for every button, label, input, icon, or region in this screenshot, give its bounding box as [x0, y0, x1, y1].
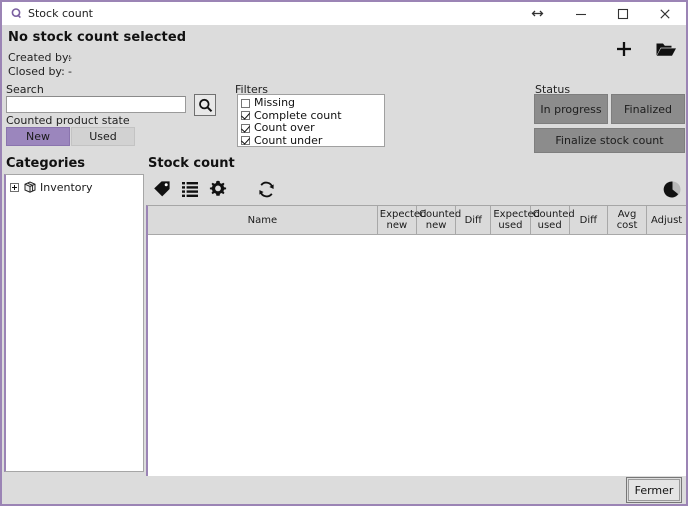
filter-count-under[interactable]: Count under [241, 135, 384, 148]
column-header-counted-new[interactable]: Counted new [416, 206, 455, 235]
body-area: Search Counted product state New Used Fi… [2, 80, 686, 504]
filters-list: Missing Complete count Count over Count … [237, 94, 385, 147]
gear-icon [209, 180, 227, 198]
refresh-icon [257, 180, 276, 199]
created-by-value: - [68, 51, 72, 64]
list-button[interactable] [176, 175, 204, 203]
column-header-name[interactable]: Name [148, 206, 377, 235]
finalize-stock-count-button[interactable]: Finalize stock count [534, 128, 685, 153]
tree-item-inventory[interactable]: Inventory [8, 179, 141, 195]
refresh-button[interactable] [252, 175, 280, 203]
filter-complete-count-label: Complete count [254, 110, 342, 122]
filter-complete-count[interactable]: Complete count [241, 110, 384, 123]
closed-by-row: Closed by: - [2, 65, 202, 79]
page-title: No stock count selected [8, 30, 186, 45]
window-title: Stock count [28, 7, 93, 20]
tag-button[interactable] [148, 175, 176, 203]
search-input[interactable] [6, 96, 186, 113]
state-toggle-used[interactable]: Used [71, 127, 135, 146]
stock-count-table: Name Expected new Counted new Diff Expec… [146, 205, 687, 506]
closed-by-value: - [68, 65, 72, 78]
header-area: No stock count selected Created by: - Cl… [2, 25, 686, 80]
maximize-button[interactable] [602, 2, 644, 25]
footer-bar: Fermer [2, 476, 686, 504]
filter-count-over[interactable]: Count over [241, 122, 384, 135]
search-label: Search [6, 83, 44, 96]
close-dialog-button[interactable]: Fermer [628, 479, 680, 501]
column-header-adjust[interactable]: Adjust [647, 206, 686, 235]
column-header-expected-used[interactable]: Expected used [491, 206, 530, 235]
table-header-row: Name Expected new Counted new Diff Expec… [148, 206, 686, 235]
search-icon [198, 98, 213, 113]
filter-missing-label: Missing [254, 97, 295, 109]
tree-item-label: Inventory [40, 181, 93, 194]
column-header-counted-used[interactable]: Counted used [530, 206, 569, 235]
add-stock-count-button[interactable] [610, 35, 638, 63]
stock-count-grid: Name Expected new Counted new Diff Expec… [148, 206, 686, 235]
header-actions [610, 35, 680, 63]
column-header-expected-new[interactable]: Expected new [377, 206, 416, 235]
stock-count-title: Stock count [148, 156, 235, 171]
checkbox-missing[interactable] [241, 99, 250, 108]
created-by-row: Created by: - [2, 51, 202, 65]
categories-tree[interactable]: Inventory [4, 174, 144, 472]
column-header-diff-used[interactable]: Diff [569, 206, 607, 235]
filter-count-under-label: Count under [254, 135, 322, 147]
open-stock-count-button[interactable] [652, 35, 680, 63]
pie-chart-icon [663, 180, 682, 199]
table-body-empty[interactable] [148, 235, 686, 506]
app-icon [6, 2, 26, 25]
filter-count-over-label: Count over [254, 122, 315, 134]
list-icon [181, 180, 199, 198]
closed-by-label: Closed by: [8, 65, 65, 78]
stock-count-toolbar [148, 174, 686, 204]
minimize-button[interactable] [560, 2, 602, 25]
stock-count-window: Stock count No stock c [0, 0, 688, 506]
checkbox-count-over[interactable] [241, 124, 250, 133]
categories-title: Categories [6, 156, 85, 171]
box-icon [23, 181, 36, 194]
checkbox-complete-count[interactable] [241, 111, 250, 120]
expand-icon[interactable] [10, 183, 19, 192]
counted-product-state-label: Counted product state [6, 114, 130, 127]
resize-icon[interactable] [514, 2, 560, 25]
state-toggle-new[interactable]: New [6, 127, 70, 146]
tag-icon [153, 180, 171, 198]
chart-button[interactable] [658, 175, 686, 203]
title-bar: Stock count [2, 2, 686, 25]
status-finalized-button[interactable]: Finalized [611, 94, 685, 124]
settings-button[interactable] [204, 175, 232, 203]
created-by-label: Created by: [8, 51, 71, 64]
checkbox-count-under[interactable] [241, 136, 250, 145]
search-button[interactable] [194, 94, 216, 116]
status-in-progress-button[interactable]: In progress [534, 94, 608, 124]
filter-missing[interactable]: Missing [241, 97, 384, 110]
column-header-avg-cost[interactable]: Avg cost [607, 206, 646, 235]
close-button[interactable] [644, 2, 686, 25]
